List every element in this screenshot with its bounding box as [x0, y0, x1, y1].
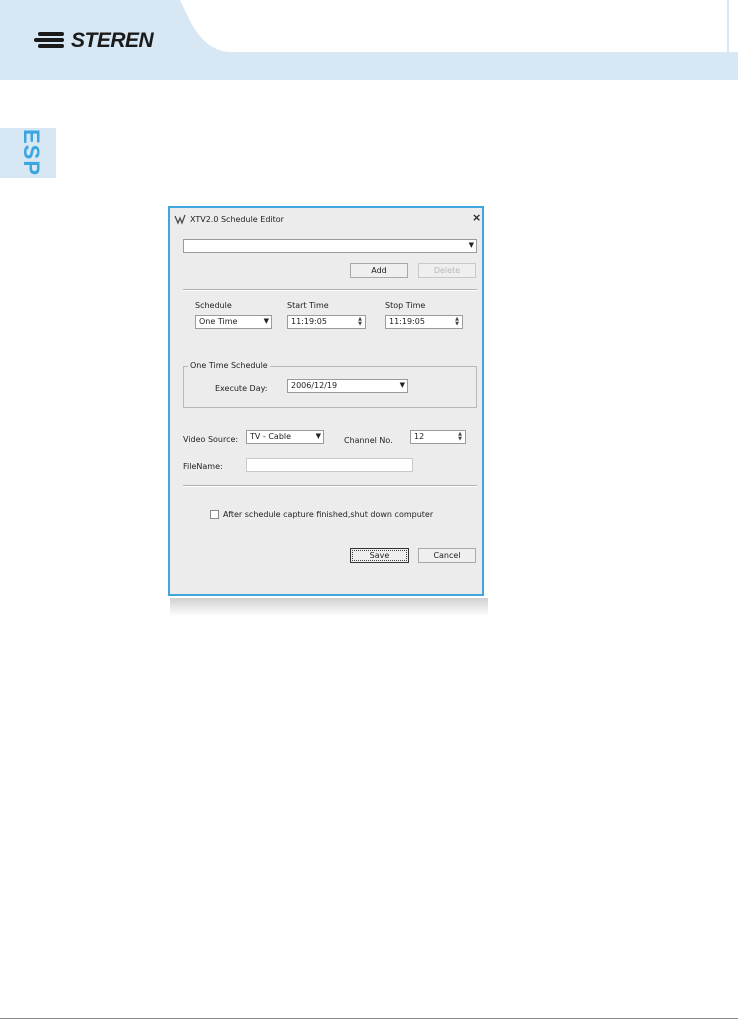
channel-spinner[interactable]: 12 ▲ ▼ [410, 430, 466, 444]
schedule-type-dropdown[interactable]: One Time ▼ [195, 315, 272, 329]
dialog-title-bar: XTV2.0 Schedule Editor [174, 212, 284, 226]
video-source-dropdown[interactable]: TV - Cable ▼ [246, 430, 324, 444]
stop-time-value: 11:19:05 [389, 317, 425, 326]
start-time-label: Start Time [287, 301, 329, 310]
dialog-title: XTV2.0 Schedule Editor [190, 214, 284, 224]
one-time-schedule-legend: One Time Schedule [188, 361, 270, 370]
language-tab: ESP [0, 128, 56, 178]
logo-text: STEREN [71, 29, 154, 52]
add-button[interactable]: Add [350, 263, 408, 278]
video-source-value: TV - Cable [250, 432, 292, 441]
filename-label: FileName: [183, 462, 223, 471]
stop-time-spinner[interactable]: 11:19:05 ▲ ▼ [385, 315, 463, 329]
schedule-label: Schedule [195, 301, 232, 310]
language-tab-label: ESP [19, 129, 44, 177]
spin-arrows-icon[interactable]: ▲ ▼ [453, 317, 461, 327]
separator [183, 485, 477, 487]
logo-mark-icon [34, 30, 68, 50]
chevron-down-icon: ▼ [399, 381, 405, 389]
schedule-type-value: One Time [199, 317, 238, 326]
stop-time-label: Stop Time [385, 301, 426, 310]
video-source-label: Video Source: [183, 435, 239, 444]
schedule-list-dropdown[interactable]: ▼ [183, 239, 477, 253]
shutdown-checkbox-label[interactable]: After schedule capture finished,shut dow… [223, 510, 433, 519]
app-icon [174, 214, 186, 225]
delete-button[interactable]: Delete [418, 263, 476, 278]
cancel-button[interactable]: Cancel [418, 548, 476, 563]
dialog-shadow [170, 598, 488, 616]
save-button[interactable]: Save [350, 548, 409, 563]
execute-day-value: 2006/12/19 [291, 381, 338, 390]
separator [183, 289, 477, 291]
close-icon[interactable]: × [472, 212, 481, 224]
channel-value: 12 [414, 432, 425, 441]
page-header: STEREN [0, 0, 738, 80]
execute-day-picker[interactable]: 2006/12/19 ▼ [287, 379, 408, 393]
spin-arrows-icon[interactable]: ▲ ▼ [356, 317, 364, 327]
channel-label: Channel No. [344, 436, 393, 445]
steren-logo: STEREN [34, 28, 154, 54]
chevron-down-icon: ▼ [315, 432, 321, 440]
chevron-down-icon: ▼ [468, 241, 474, 249]
page-footer-line [0, 1018, 738, 1019]
spin-arrows-icon[interactable]: ▲ ▼ [456, 432, 464, 442]
chevron-down-icon: ▼ [263, 317, 269, 325]
execute-day-label: Execute Day: [215, 384, 268, 393]
start-time-spinner[interactable]: 11:19:05 ▲ ▼ [287, 315, 366, 329]
start-time-value: 11:19:05 [291, 317, 327, 326]
shutdown-checkbox[interactable] [210, 510, 219, 519]
filename-input[interactable] [246, 458, 413, 472]
schedule-editor-dialog: XTV2.0 Schedule Editor × ▼ Add Delete Sc… [168, 206, 484, 596]
